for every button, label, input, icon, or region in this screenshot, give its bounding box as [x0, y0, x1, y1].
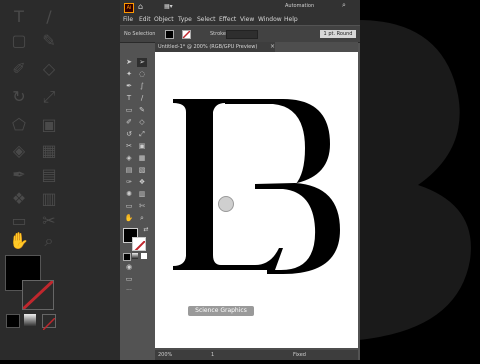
free-transform-tool-icon[interactable]: ▣ [137, 142, 147, 151]
shape-builder-bg-icon: ◈ [12, 141, 26, 160]
zoom-level[interactable]: 200% [158, 350, 172, 360]
stroke-weight-field[interactable] [226, 30, 258, 39]
app-logo-icon: Ai [124, 3, 134, 13]
artboard-bg-icon: ▭ [11, 211, 27, 230]
right-background-zoom [358, 0, 480, 360]
screen-mode-icon[interactable]: ▭ [124, 275, 134, 284]
edit-toolbar-icon[interactable]: ··· [124, 286, 134, 295]
direct-selection-tool-icon[interactable]: ➢ [137, 58, 147, 67]
blend-bg-icon: ❖ [11, 189, 27, 208]
draw-mode-icon[interactable]: ◉ [124, 263, 134, 272]
perspective-grid-tool-icon[interactable]: ▦ [137, 154, 147, 163]
menu-select[interactable]: Select [197, 16, 216, 23]
artboard-number[interactable]: 1 [211, 350, 214, 360]
selection-status: No Selection [124, 31, 156, 37]
lasso-tool-icon[interactable]: ◌ [137, 70, 147, 79]
eyedropper-tool-icon[interactable]: ✑ [124, 178, 134, 187]
hand-bg-icon: ✋ [9, 231, 29, 250]
control-bar: No Selection Stroke: 1 pt. Round [120, 26, 360, 43]
none-mode-button[interactable] [141, 253, 147, 259]
slice-bg-icon: ✂ [42, 211, 56, 230]
type-tool-icon[interactable]: T [124, 94, 134, 103]
mouse-cursor [218, 196, 234, 212]
width-tool-icon[interactable]: ✂ [124, 142, 134, 151]
gradient-mode-bg [24, 314, 36, 326]
scale-bg-icon: ⤢ [42, 87, 56, 106]
perspective-bg-icon: ▦ [41, 141, 57, 160]
menu-effect[interactable]: Effect [219, 16, 236, 23]
zoom-bg-icon: ⌕ [44, 231, 54, 250]
free-transform-bg-icon: ▣ [41, 115, 57, 134]
mesh-bg-icon: ▤ [41, 165, 57, 184]
selection-tool-icon[interactable]: ➤ [124, 58, 134, 67]
fill-color-control[interactable] [165, 30, 174, 39]
stroke-swatch-bg [22, 280, 54, 310]
magic-wand-tool-icon[interactable]: ✦ [124, 70, 134, 79]
rect-tool-bg-icon: ▢ [11, 31, 27, 50]
slice-tool-icon[interactable]: ✄ [137, 202, 147, 211]
close-tab-icon[interactable]: × [270, 43, 275, 50]
tools-panel: ➤ ➢ ✦ ◌ ✒ ∫ T / ▭ ✎ ✐ ◇ ↺ ⤢ ✂ ▣ ◈ ▦ ▤ ▧ … [120, 55, 150, 295]
shape-builder-tool-icon[interactable]: ◈ [124, 154, 134, 163]
none-mode-bg [42, 314, 56, 331]
eraser-bg-icon: ◇ [42, 59, 56, 78]
gradient-tool-icon[interactable]: ▧ [137, 166, 147, 175]
left-background-zoom: T / ▢ ✎ ✐ ◇ ↻ ⤢ ⬠ ▣ ◈ ▦ ✒ ▤ ❖ ▥ ▭ ✂ ✋ ⌕ [0, 0, 120, 360]
eyedropper-bg-icon: ✒ [12, 165, 26, 184]
menu-edit[interactable]: Edit [139, 16, 151, 23]
menu-bar: File Edit Object Type Select Effect View… [120, 14, 360, 25]
stroke-label: Stroke: [210, 31, 228, 37]
rotate-tool-icon[interactable]: ↺ [124, 130, 134, 139]
rectangle-tool-icon[interactable]: ▭ [124, 106, 134, 115]
menu-file[interactable]: File [123, 16, 133, 23]
brush-definition-dropdown[interactable]: 1 pt. Round [320, 30, 356, 38]
search-icon[interactable]: ⌕ [342, 1, 346, 10]
rotate-bg-icon: ↻ [12, 87, 26, 106]
menu-window[interactable]: Window [258, 16, 282, 23]
line-tool-icon[interactable]: / [137, 94, 147, 103]
menu-object[interactable]: Object [154, 16, 174, 23]
gradient-mode-button[interactable] [132, 253, 138, 259]
type-tool-bg-icon: T [14, 7, 24, 26]
zoom-tool-icon[interactable]: ⌕ [137, 214, 147, 223]
brush-bg-icon: ✎ [42, 31, 56, 50]
menu-help[interactable]: Help [284, 16, 298, 23]
scale-tool-icon[interactable]: ⤢ [137, 130, 147, 139]
stroke-swatch[interactable] [132, 237, 146, 251]
color-mode-bg [6, 314, 20, 328]
warp-bg-icon: ⬠ [12, 115, 26, 134]
mesh-tool-icon[interactable]: ▤ [124, 166, 134, 175]
column-graph-tool-icon[interactable]: ▥ [137, 190, 147, 199]
curvature-tool-icon[interactable]: ∫ [137, 82, 147, 91]
symbol-sprayer-tool-icon[interactable]: ✺ [124, 190, 134, 199]
touch-type-bg-icon: / [46, 7, 52, 26]
arrange-documents-icon[interactable]: ▦▾ [164, 3, 174, 11]
eraser-tool-icon[interactable]: ◇ [137, 118, 147, 127]
status-bar: 200% 1 Fixed [155, 350, 358, 360]
workspace-switcher[interactable]: Automation [285, 3, 314, 9]
zoomed-letter-b-background [358, 20, 471, 340]
swap-fill-stroke-icon[interactable]: ⇄ [141, 225, 151, 234]
letter-lb-artwork[interactable] [155, 52, 358, 348]
paintbrush-tool-icon[interactable]: ✎ [137, 106, 147, 115]
color-mode-button[interactable] [123, 253, 131, 261]
graph-bg-icon: ▥ [41, 189, 57, 208]
shaper-tool-icon[interactable]: ✐ [124, 118, 134, 127]
blend-tool-icon[interactable]: ❖ [137, 178, 147, 187]
title-bar: Ai ⌂ ▦▾ Automation ⌕ [120, 0, 360, 14]
stroke-color-control[interactable] [182, 30, 191, 39]
watermark-label: Science Graphics [188, 306, 254, 316]
pencil-bg-icon: ✐ [12, 59, 26, 78]
hand-tool-icon[interactable]: ✋ [124, 214, 134, 223]
pen-tool-icon[interactable]: ✒ [124, 82, 134, 91]
document-tab[interactable]: Untitled-1* @ 200% (RGB/GPU Preview) [155, 42, 275, 52]
menu-view[interactable]: View [240, 16, 254, 23]
menu-type[interactable]: Type [178, 16, 192, 23]
artboard-tool-icon[interactable]: ▭ [124, 202, 134, 211]
home-icon[interactable]: ⌂ [138, 2, 143, 11]
status-info: Fixed [293, 352, 306, 358]
artboard[interactable] [155, 52, 358, 348]
